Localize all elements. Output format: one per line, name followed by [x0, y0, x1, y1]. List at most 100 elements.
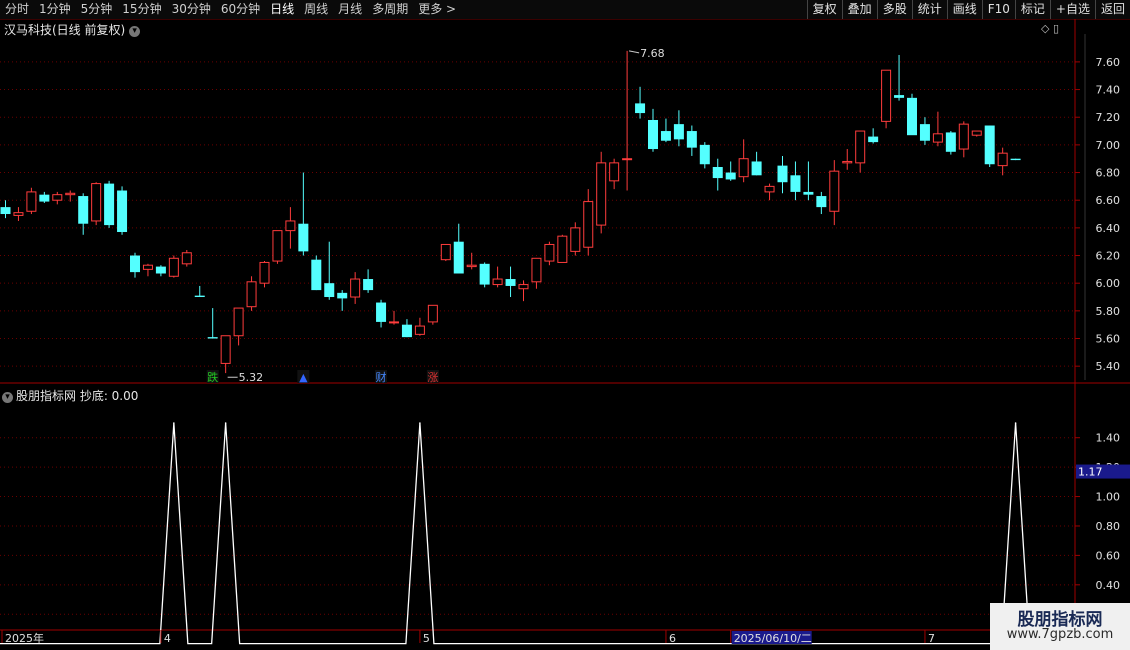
candle-body-down	[635, 103, 646, 114]
event-marker: 跌	[207, 370, 218, 384]
candle-body-up	[971, 130, 982, 136]
candle-body-up	[26, 191, 37, 212]
candle-body-up	[91, 183, 102, 222]
candle-body-up	[557, 235, 568, 263]
price-tick-label: 5.60	[1096, 333, 1121, 346]
candle-body-down	[78, 196, 89, 224]
candle-body-down	[868, 136, 879, 143]
price-annotation-label: 5.32	[239, 371, 264, 384]
price-tick-label: 7.00	[1096, 139, 1121, 152]
candle-body-up	[65, 192, 76, 196]
candle-body-up	[881, 69, 892, 122]
indicator-spike-point	[419, 422, 421, 424]
candle-body-down	[712, 167, 723, 179]
candle-body-up	[997, 152, 1008, 167]
indicator-spike-point	[224, 422, 227, 424]
candle-body-down	[479, 263, 490, 285]
candle-body-up	[350, 278, 361, 298]
price-tick-label: 6.00	[1096, 277, 1121, 290]
time-axis-label: 5	[423, 632, 430, 645]
candle-body-down	[984, 125, 995, 165]
indicator-series-line	[0, 422, 1075, 645]
candle-body-up	[855, 130, 866, 164]
candle-body-up	[596, 162, 607, 226]
candle-body-up	[427, 304, 438, 323]
candle-body-down	[673, 124, 684, 140]
indicator-spike-point	[173, 422, 175, 424]
event-marker: 涨	[427, 371, 438, 384]
candle-body-up	[142, 264, 153, 270]
price-annotation-label: 7.68	[640, 47, 665, 60]
candle-body-down	[337, 292, 348, 299]
candle-body-up	[518, 284, 529, 290]
indicator-tick-label: 1.00	[1096, 491, 1121, 504]
indicator-value-label: 1.17	[1078, 466, 1103, 479]
candle-body-up	[932, 133, 943, 143]
candle-body-up	[181, 252, 192, 265]
candle-body-up	[622, 158, 633, 161]
candle-body-up	[440, 243, 451, 261]
candle-body-up	[220, 335, 231, 364]
candle-body-down	[751, 161, 762, 176]
indicator-title-text: 股朋指标网 抄底: 0.00	[16, 389, 139, 403]
candle-body-down	[376, 302, 387, 322]
indicator-tick-label: 1.40	[1096, 432, 1121, 445]
candle-body-down	[104, 183, 115, 226]
candle-body-up	[389, 321, 399, 324]
candle-body-up	[246, 281, 257, 308]
stock-chart[interactable]: 5.40 5.60 5.80 6.00 6.20 6.40 6.60 6.80 7.00 7.20…	[0, 0, 1130, 650]
price-tick-label: 6.40	[1096, 222, 1121, 235]
candle-body-down	[907, 97, 917, 136]
candle-body-down	[401, 324, 412, 338]
price-tick-label: 6.20	[1096, 250, 1121, 263]
time-axis-label: 4	[164, 632, 171, 645]
price-tick-label: 5.40	[1096, 360, 1121, 373]
time-axis-label: 7	[928, 632, 935, 645]
candle-body-up	[259, 261, 270, 284]
candle-body-down	[39, 194, 50, 202]
time-axis-label: 6	[669, 632, 676, 645]
candle-body-up	[13, 212, 24, 216]
candle-body-down	[945, 132, 956, 152]
price-tick-label: 7.40	[1096, 84, 1121, 97]
candle-body-down	[699, 144, 710, 165]
indicator-spike-point	[1014, 422, 1017, 424]
candle-body-down	[648, 119, 658, 150]
candle-body-down	[505, 279, 516, 286]
candle-body-down	[777, 165, 788, 183]
indicator-tick-label: 0.80	[1096, 520, 1121, 533]
price-tick-label: 5.80	[1096, 305, 1121, 318]
candle-body-up	[570, 227, 581, 252]
candle-body-up	[233, 307, 244, 337]
candle-body-down	[790, 175, 801, 192]
candle-body-up	[829, 170, 840, 212]
candle-body-down	[725, 172, 736, 180]
candle-body-up	[285, 220, 296, 232]
price-tick-label: 6.80	[1096, 167, 1121, 180]
candle-body-up	[52, 194, 63, 201]
candle-body-up	[738, 158, 749, 178]
candle-body-up	[609, 162, 620, 182]
watermark: 股朋指标网 www.7gpzb.com	[990, 603, 1130, 650]
candle-body-up	[842, 160, 853, 164]
candle-body-down	[453, 241, 464, 274]
candle-body-up	[583, 201, 594, 248]
event-marker: ▲	[299, 371, 308, 384]
candle-body-up	[958, 123, 969, 150]
candle-body-down	[816, 196, 827, 208]
candle-body-down	[130, 255, 140, 273]
candle-body-down	[207, 337, 218, 339]
candle-body-down	[0, 207, 11, 215]
candle-body-down	[1010, 158, 1021, 161]
candle-body-up	[764, 185, 775, 193]
candle-body-down	[686, 131, 697, 148]
price-tick-label: 6.60	[1096, 194, 1121, 207]
candle-body-down	[803, 191, 814, 195]
watermark-url: www.7gpzb.com	[1006, 627, 1114, 642]
candle-body-down	[324, 283, 335, 298]
candle-body-up	[466, 264, 477, 268]
price-tick-label: 7.60	[1096, 56, 1121, 69]
chevron-down-icon[interactable]: ▾	[2, 392, 13, 403]
candle-body-down	[117, 190, 128, 233]
candle-body-up	[272, 230, 283, 262]
